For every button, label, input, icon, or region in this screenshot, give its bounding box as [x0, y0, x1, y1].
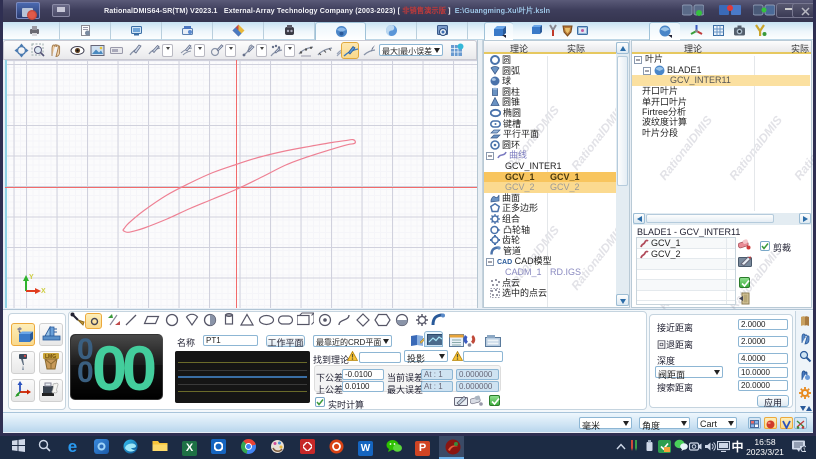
svg-text:X: X: [41, 288, 46, 295]
svg-text:1: 1: [803, 447, 806, 452]
svg-text:Y: Y: [29, 274, 34, 281]
